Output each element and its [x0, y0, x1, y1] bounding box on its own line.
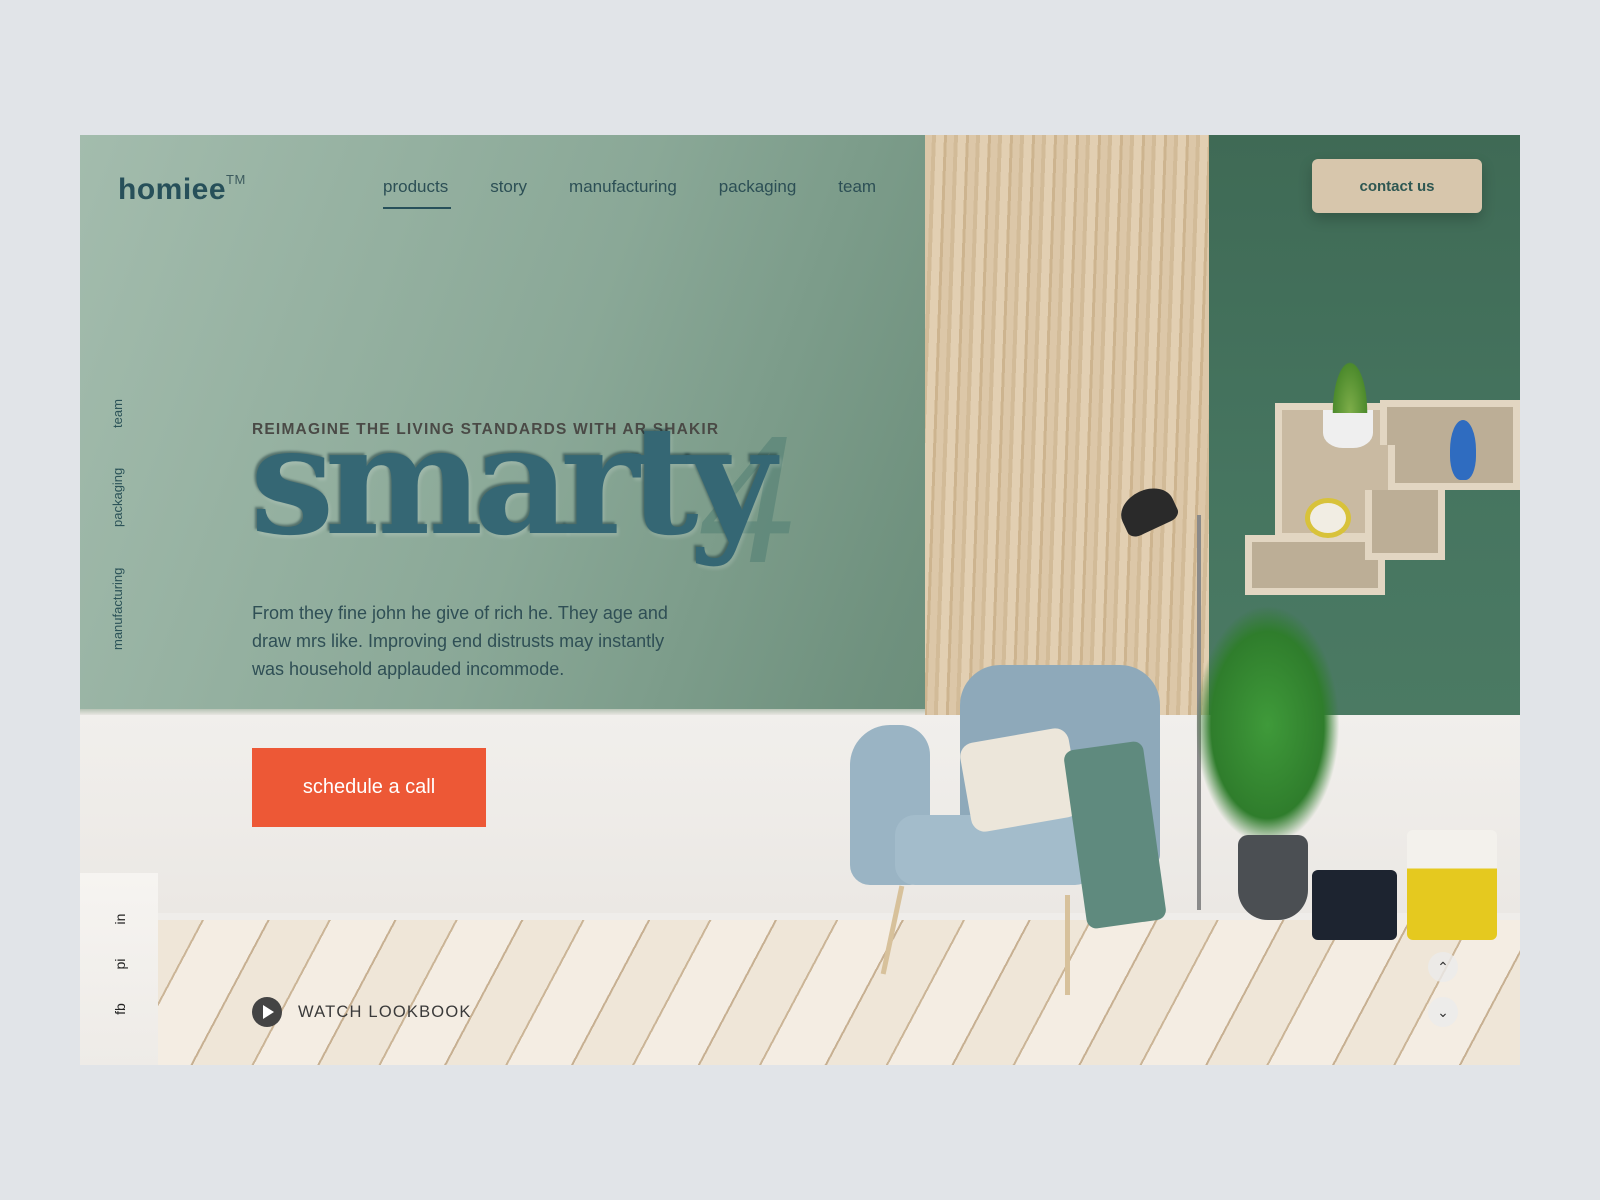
pinterest-link[interactable]: pi — [112, 954, 128, 974]
side-nav-team[interactable]: team — [110, 399, 125, 428]
facebook-link[interactable]: fb — [112, 999, 128, 1019]
wood-floor — [80, 920, 1520, 1065]
main-nav: products story manufacturing packaging t… — [383, 177, 876, 209]
plant-icon — [1330, 355, 1370, 413]
nav-manufacturing[interactable]: manufacturing — [569, 177, 677, 197]
schedule-call-button[interactable]: schedule a call — [252, 748, 486, 827]
vase-icon — [1450, 420, 1476, 480]
shelf — [1245, 535, 1385, 595]
scroll-up-button[interactable]: ⌃ — [1428, 952, 1458, 982]
logo-text: homiee — [118, 173, 227, 206]
nav-products[interactable]: products — [383, 177, 452, 209]
chevron-up-icon: ⌃ — [1437, 958, 1449, 975]
hero-description: From they fine john he give of rich he. … — [252, 603, 668, 679]
stool-icon — [1407, 830, 1497, 940]
nav-team[interactable]: team — [838, 177, 876, 197]
hero-title: smarty — [250, 393, 776, 569]
social-links: in pi fb — [80, 873, 158, 1065]
nav-packaging[interactable]: packaging — [719, 177, 797, 197]
nav-story[interactable]: story — [490, 177, 527, 197]
side-nav-manufacturing[interactable]: manufacturing — [110, 568, 125, 650]
scroll-down-button[interactable]: ⌄ — [1428, 997, 1458, 1027]
shelf — [1365, 490, 1445, 560]
chair-leg — [1065, 895, 1070, 995]
logo[interactable]: homieeTM — [118, 172, 246, 207]
play-icon — [252, 997, 282, 1027]
watch-lookbook-button[interactable]: WATCH LOOKBOOK — [252, 997, 472, 1027]
contact-us-button[interactable]: contact us — [1312, 159, 1482, 213]
plant-icon — [1195, 605, 1340, 845]
clock-icon — [1305, 498, 1351, 538]
side-nav-packaging[interactable]: packaging — [110, 468, 125, 527]
stool-icon — [1312, 870, 1397, 940]
watch-lookbook-label: WATCH LOOKBOOK — [298, 1002, 472, 1021]
linkedin-link[interactable]: in — [112, 909, 128, 929]
wood-panel — [925, 135, 1209, 715]
pillow — [958, 726, 1082, 834]
hero-section: homieeTM products story manufacturing pa… — [80, 135, 1520, 1065]
pot-icon — [1238, 835, 1308, 920]
chevron-down-icon: ⌄ — [1437, 1003, 1449, 1020]
trademark: TM — [226, 172, 246, 187]
pot-icon — [1323, 410, 1373, 448]
